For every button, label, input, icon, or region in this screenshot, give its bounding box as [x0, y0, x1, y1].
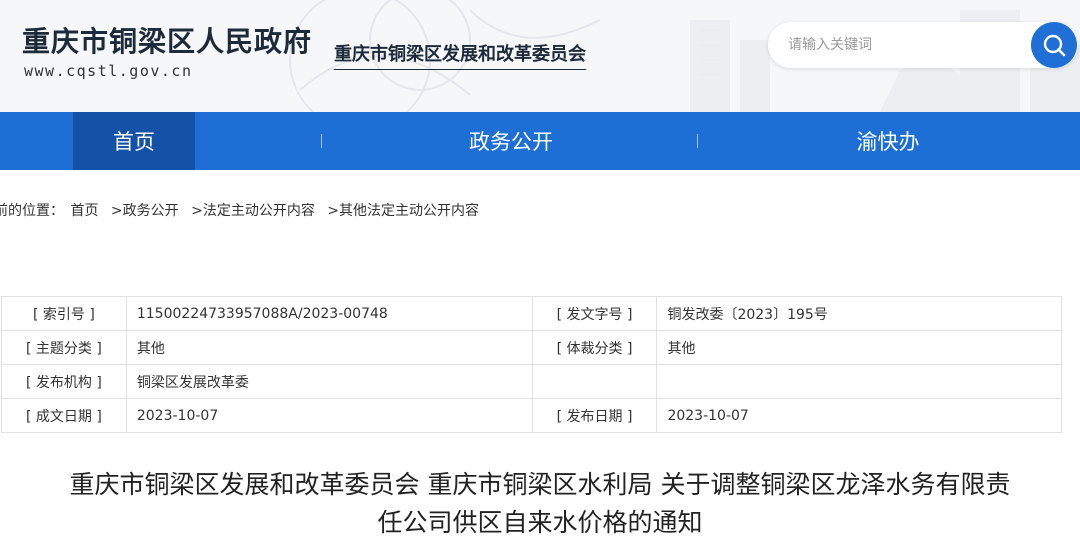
- topic-category-value: 其他: [125, 330, 533, 365]
- genre-category-value: 其他: [656, 330, 1062, 365]
- document-info-table: [ 索引号 ] 11500224733957088A/2023-00748 [ …: [1, 296, 1062, 433]
- written-date-label: [ 成文日期 ]: [1, 398, 127, 433]
- main-nav: 首页 政务公开 渝快办: [0, 112, 1080, 170]
- document-title-line-2: 任公司供区自来水价格的通知: [377, 508, 703, 537]
- breadcrumb-item-home[interactable]: 首页: [70, 203, 98, 219]
- empty-label: [531, 364, 658, 399]
- publish-date-label: [ 发布日期 ]: [531, 398, 658, 433]
- document-title: 重庆市铜梁区发展和改革委员会 重庆市铜梁区水利局 关于调整铜梁区龙泽水务有限责 …: [0, 466, 1080, 542]
- nav-divider: [321, 134, 322, 148]
- nav-item-government-affairs[interactable]: 政务公开: [446, 112, 576, 170]
- breadcrumb-item-statutory-content[interactable]: >法定主动公开内容: [191, 203, 315, 219]
- topic-category-label: [ 主题分类 ]: [1, 330, 127, 365]
- nav-item-yukuaiban[interactable]: 渝快办: [830, 112, 946, 170]
- genre-category-label: [ 体裁分类 ]: [531, 330, 658, 365]
- table-row: [ 主题分类 ] 其他 [ 体裁分类 ] 其他: [1, 330, 1062, 365]
- written-date-value: 2023-10-07: [125, 398, 533, 433]
- search-button[interactable]: [1031, 22, 1077, 68]
- breadcrumb-item-government-affairs[interactable]: >政务公开: [111, 203, 179, 219]
- search-input[interactable]: [788, 34, 1018, 56]
- table-row: [ 索引号 ] 11500224733957088A/2023-00748 [ …: [1, 296, 1062, 331]
- index-number-label: [ 索引号 ]: [1, 296, 127, 331]
- site-url: www.cqstl.gov.cn: [24, 62, 193, 80]
- breadcrumb-item-other-content[interactable]: >其他法定主动公开内容: [327, 203, 479, 219]
- department-name[interactable]: 重庆市铜梁区发展和改革委员会: [334, 40, 586, 70]
- breadcrumb-prefix: 前的位置：: [0, 203, 64, 219]
- site-title[interactable]: 重庆市铜梁区人民政府: [22, 20, 312, 60]
- document-number-label: [ 发文字号 ]: [531, 296, 658, 331]
- nav-divider: [697, 134, 698, 148]
- document-title-line-1: 重庆市铜梁区发展和改革委员会 重庆市铜梁区水利局 关于调整铜梁区龙泽水务有限责: [69, 470, 1011, 499]
- breadcrumb: 前的位置： 首页 >政务公开 >法定主动公开内容 >其他法定主动公开内容: [0, 200, 487, 220]
- nav-item-home[interactable]: 首页: [73, 112, 195, 170]
- publish-date-value: 2023-10-07: [656, 398, 1062, 433]
- publisher-value: 铜梁区发展改革委: [125, 364, 533, 399]
- empty-value: [656, 364, 1062, 399]
- publisher-label: [ 发布机构 ]: [1, 364, 127, 399]
- table-row: [ 发布机构 ] 铜梁区发展改革委: [1, 364, 1062, 399]
- index-number-value: 11500224733957088A/2023-00748: [125, 296, 533, 331]
- search-icon: [1043, 34, 1066, 57]
- table-row: [ 成文日期 ] 2023-10-07 [ 发布日期 ] 2023-10-07: [1, 398, 1062, 433]
- document-number-value: 铜发改委〔2023〕195号: [656, 296, 1062, 331]
